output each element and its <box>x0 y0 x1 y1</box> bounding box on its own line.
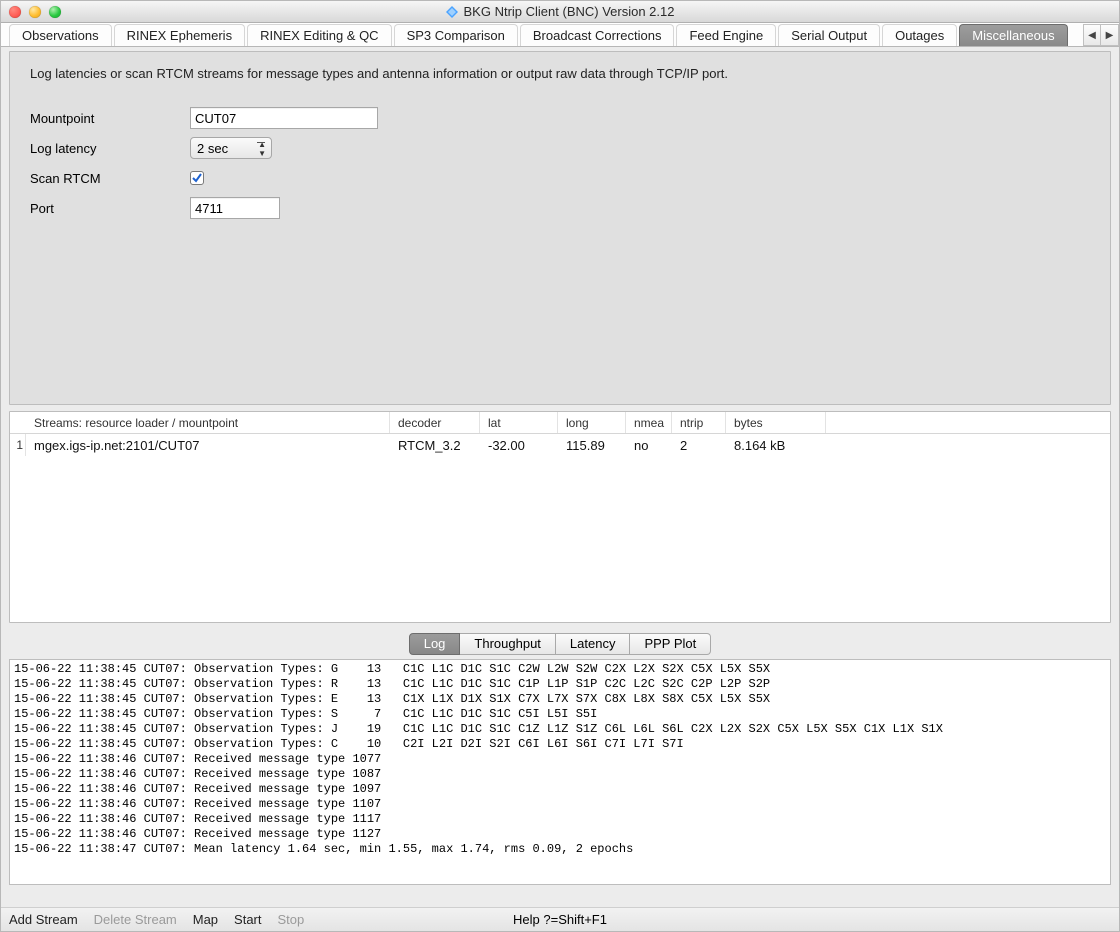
cell-bytes: 8.164 kB <box>726 434 826 456</box>
tab-sp3-comparison[interactable]: SP3 Comparison <box>394 24 518 46</box>
mountpoint-label: Mountpoint <box>30 111 190 126</box>
log-tabbar: Log Throughput Latency PPP Plot <box>1 633 1119 655</box>
streams-table: Streams: resource loader / mountpoint de… <box>9 411 1111 623</box>
cell-ntrip: 2 <box>672 434 726 456</box>
col-resource[interactable]: Streams: resource loader / mountpoint <box>26 412 390 433</box>
map-button[interactable]: Map <box>193 912 218 927</box>
app-window: BKG Ntrip Client (BNC) Version 2.12 Obse… <box>0 0 1120 932</box>
help-hint: Help ?=Shift+F1 <box>513 912 607 927</box>
cell-long: 115.89 <box>558 434 626 456</box>
scan-rtcm-checkbox[interactable] <box>190 171 204 185</box>
col-bytes[interactable]: bytes <box>726 412 826 433</box>
tab-scroll-right-icon[interactable]: ▶ <box>1101 24 1119 46</box>
logtab-ppp-plot[interactable]: PPP Plot <box>630 633 711 655</box>
tab-observations[interactable]: Observations <box>9 24 112 46</box>
col-ntrip[interactable]: ntrip <box>672 412 726 433</box>
row-number: 1 <box>10 434 26 456</box>
logtab-throughput[interactable]: Throughput <box>460 633 556 655</box>
tab-scroll-left-icon[interactable]: ◀ <box>1083 24 1101 46</box>
window-title-text: BKG Ntrip Client (BNC) Version 2.12 <box>464 4 675 19</box>
logtab-latency[interactable]: Latency <box>556 633 631 655</box>
streams-body[interactable]: 1 mgex.igs-ip.net:2101/CUT07 RTCM_3.2 -3… <box>10 434 1110 622</box>
start-button[interactable]: Start <box>234 912 261 927</box>
logtab-log[interactable]: Log <box>409 633 461 655</box>
col-long[interactable]: long <box>558 412 626 433</box>
minimize-icon[interactable] <box>29 6 41 18</box>
tab-broadcast-corrections[interactable]: Broadcast Corrections <box>520 24 675 46</box>
log-latency-select[interactable]: 2 sec ▲▼ <box>190 137 272 159</box>
log-latency-label: Log latency <box>30 141 190 156</box>
tab-outages[interactable]: Outages <box>882 24 957 46</box>
tab-rinex-ephemeris[interactable]: RINEX Ephemeris <box>114 24 245 46</box>
log-output[interactable]: 15-06-22 11:38:45 CUT07: Observation Typ… <box>9 659 1111 885</box>
col-decoder[interactable]: decoder <box>390 412 480 433</box>
delete-stream-button[interactable]: Delete Stream <box>94 912 177 927</box>
stop-button[interactable]: Stop <box>278 912 305 927</box>
window-controls <box>1 6 61 18</box>
check-icon <box>191 172 203 184</box>
app-icon <box>446 6 458 18</box>
cell-resource: mgex.igs-ip.net:2101/CUT07 <box>26 434 390 456</box>
cell-nmea: no <box>626 434 672 456</box>
tabbar: Observations RINEX Ephemeris RINEX Editi… <box>1 23 1119 47</box>
mountpoint-input[interactable] <box>190 107 378 129</box>
window-title: BKG Ntrip Client (BNC) Version 2.12 <box>1 4 1119 19</box>
panel-description: Log latencies or scan RTCM streams for m… <box>30 66 1090 81</box>
tab-scroll: ◀ ▶ <box>1083 24 1119 46</box>
tab-feed-engine[interactable]: Feed Engine <box>676 24 776 46</box>
close-icon[interactable] <box>9 6 21 18</box>
tab-rinex-editing-qc[interactable]: RINEX Editing & QC <box>247 24 392 46</box>
port-input[interactable] <box>190 197 280 219</box>
col-nmea[interactable]: nmea <box>626 412 672 433</box>
scan-rtcm-label: Scan RTCM <box>30 171 190 186</box>
log-latency-value: 2 sec <box>197 141 228 156</box>
table-row[interactable]: 1 mgex.igs-ip.net:2101/CUT07 RTCM_3.2 -3… <box>10 434 1110 456</box>
titlebar: BKG Ntrip Client (BNC) Version 2.12 <box>1 1 1119 23</box>
add-stream-button[interactable]: Add Stream <box>9 912 78 927</box>
bottom-toolbar: Add Stream Delete Stream Map Start Stop … <box>1 907 1119 931</box>
tab-serial-output[interactable]: Serial Output <box>778 24 880 46</box>
port-label: Port <box>30 201 190 216</box>
tab-miscellaneous[interactable]: Miscellaneous <box>959 24 1067 46</box>
col-lat[interactable]: lat <box>480 412 558 433</box>
streams-header: Streams: resource loader / mountpoint de… <box>10 412 1110 434</box>
chevron-updown-icon: ▲▼ <box>258 140 266 158</box>
zoom-icon[interactable] <box>49 6 61 18</box>
misc-panel: Log latencies or scan RTCM streams for m… <box>9 51 1111 405</box>
cell-lat: -32.00 <box>480 434 558 456</box>
cell-decoder: RTCM_3.2 <box>390 434 480 456</box>
